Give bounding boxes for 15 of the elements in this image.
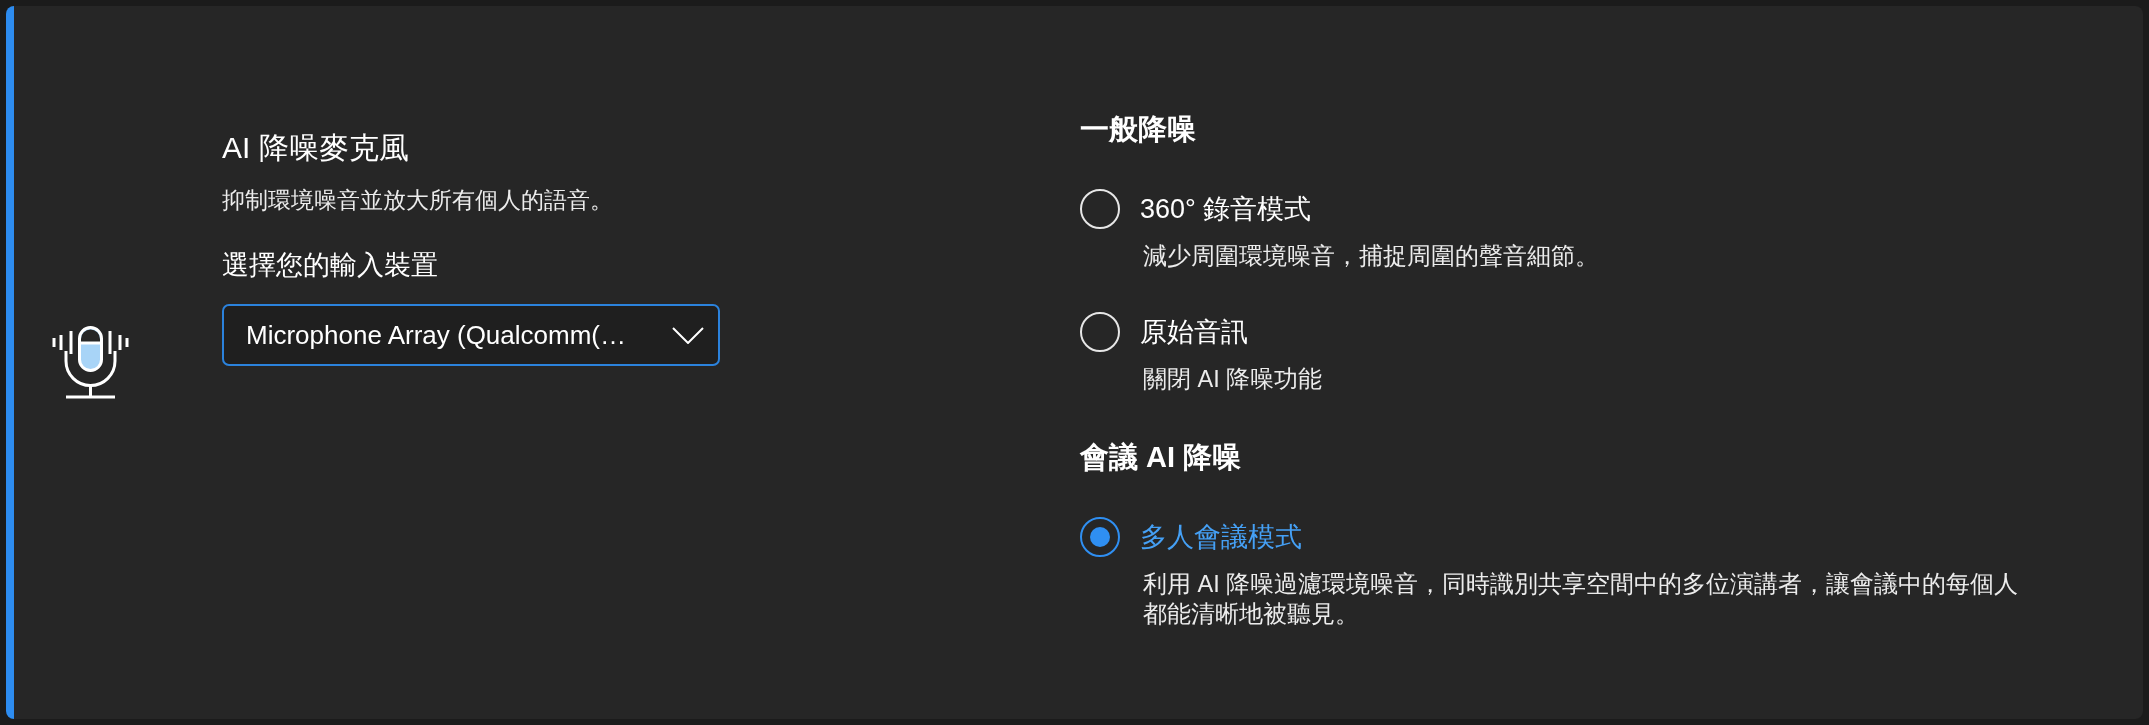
radio-button[interactable] xyxy=(1080,517,1120,557)
card-description: 抑制環境噪音並放大所有個人的語音。 xyxy=(222,186,613,215)
option-description: 關閉 AI 降噪功能 xyxy=(1143,365,1323,394)
card-title: AI 降噪麥克風 xyxy=(222,130,409,166)
microphone-icon xyxy=(52,325,129,400)
chevron-down-icon xyxy=(672,326,704,344)
option-description: 利用 AI 降噪過濾環境噪音，同時識別共享空間中的多位演講者，讓會議中的每個人都能清晰地被聽見。 xyxy=(1143,570,2020,629)
option-label[interactable]: 原始音訊 xyxy=(1140,312,1248,352)
option-description: 減少周圍環境噪音，捕捉周圍的聲音細節。 xyxy=(1143,242,1599,271)
section-heading: 會議 AI 降噪 xyxy=(1080,440,1242,475)
section-heading: 一般降噪 xyxy=(1080,112,1196,147)
device-dropdown[interactable]: Microphone Array (Qualcomm(… xyxy=(222,304,720,366)
device-label: 選擇您的輸入裝置 xyxy=(222,249,438,282)
option-label[interactable]: 多人會議模式 xyxy=(1140,517,1302,557)
option-label[interactable]: 360° 錄音模式 xyxy=(1140,189,1312,229)
